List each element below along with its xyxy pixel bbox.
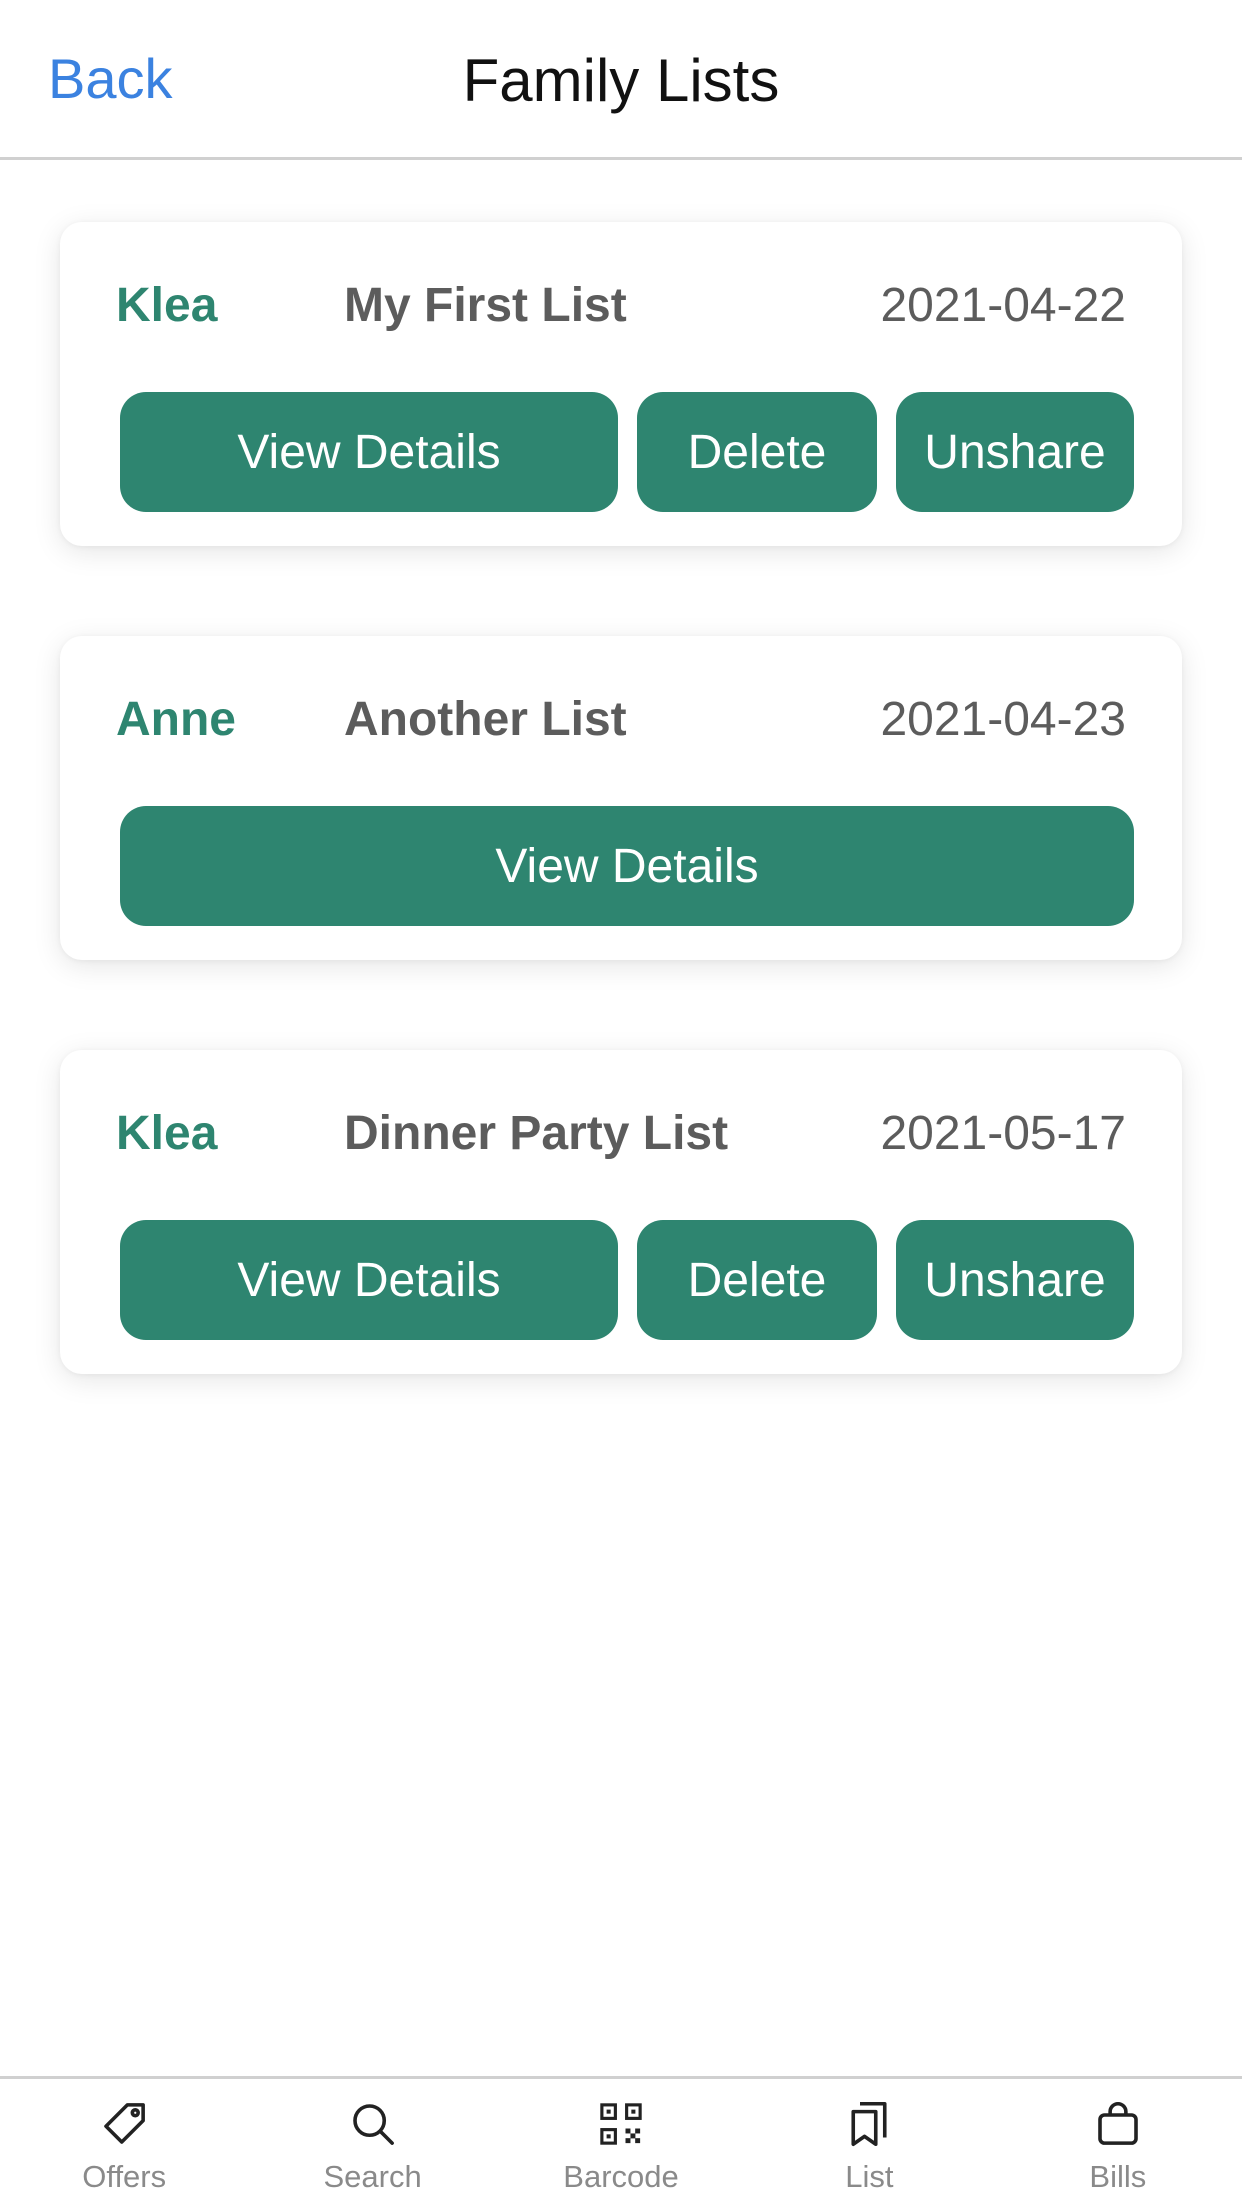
list-card-actions: View Details Delete Unshare xyxy=(120,1220,1134,1340)
list-date: 2021-05-17 xyxy=(880,1107,1126,1160)
list-owner: Klea xyxy=(116,1107,218,1160)
page-title: Family Lists xyxy=(462,47,780,114)
nav-item-offers[interactable]: Offers xyxy=(0,2079,248,2208)
list-card-header: Klea Dinner Party List 2021-05-17 xyxy=(116,1106,1126,1176)
list-owner: Anne xyxy=(116,693,236,746)
list-owner: Klea xyxy=(116,279,218,332)
delete-button[interactable]: Delete xyxy=(637,1220,877,1340)
unshare-button[interactable]: Unshare xyxy=(896,1220,1134,1340)
header-bar: Back Family Lists xyxy=(0,0,1242,160)
tag-icon xyxy=(104,2103,146,2144)
nav-item-list[interactable]: List xyxy=(745,2079,993,2208)
list-card: Anne Another List 2021-04-23 View Detail… xyxy=(60,636,1182,960)
nav-label: List xyxy=(845,2159,894,2194)
view-details-button[interactable]: View Details xyxy=(120,392,618,512)
list-card-header: Anne Another List 2021-04-23 xyxy=(116,692,1126,762)
list-card-actions: View Details Delete Unshare xyxy=(120,392,1134,512)
list-card: Klea Dinner Party List 2021-05-17 View D… xyxy=(60,1050,1182,1374)
list-card: Klea My First List 2021-04-22 View Detai… xyxy=(60,222,1182,546)
list-name: My First List xyxy=(344,279,627,332)
list-card-actions: View Details xyxy=(120,806,1134,926)
bottom-nav: Offers Search Barcode List Bills xyxy=(0,2076,1242,2208)
list-name: Another List xyxy=(344,693,627,746)
view-details-button[interactable]: View Details xyxy=(120,806,1134,926)
list-name: Dinner Party List xyxy=(344,1107,729,1160)
list-card-header: Klea My First List 2021-04-22 xyxy=(116,278,1126,348)
nav-label: Bills xyxy=(1089,2159,1147,2194)
family-lists-screen: Back Family Lists Klea My First List 202… xyxy=(0,0,1242,2208)
list-date: 2021-04-22 xyxy=(880,279,1126,332)
qr-code-icon xyxy=(600,2103,642,2145)
nav-label: Search xyxy=(323,2159,422,2194)
nav-label: Offers xyxy=(82,2159,167,2194)
search-icon xyxy=(352,2104,394,2145)
shopping-bag-icon xyxy=(1098,2102,1138,2145)
nav-item-search[interactable]: Search xyxy=(248,2079,496,2208)
family-lists: Klea My First List 2021-04-22 View Detai… xyxy=(60,222,1182,1464)
bookmarks-icon xyxy=(851,2101,887,2147)
nav-item-bills[interactable]: Bills xyxy=(994,2079,1242,2208)
list-date: 2021-04-23 xyxy=(880,693,1126,746)
nav-item-barcode[interactable]: Barcode xyxy=(497,2079,745,2208)
nav-label: Barcode xyxy=(563,2159,679,2194)
view-details-button[interactable]: View Details xyxy=(120,1220,618,1340)
unshare-button[interactable]: Unshare xyxy=(896,392,1134,512)
delete-button[interactable]: Delete xyxy=(637,392,877,512)
